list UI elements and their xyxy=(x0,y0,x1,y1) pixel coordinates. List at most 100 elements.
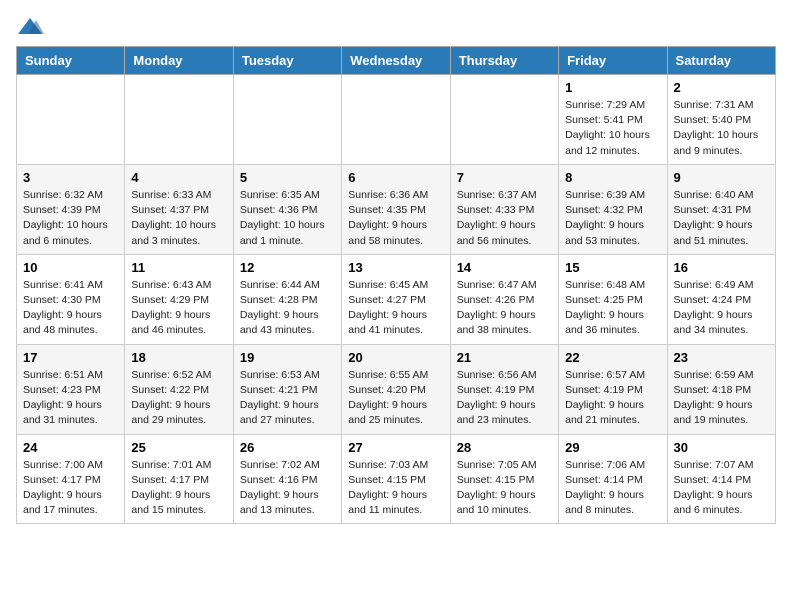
day-number: 26 xyxy=(240,440,335,455)
calendar-cell: 7 Sunrise: 6:37 AM Sunset: 4:33 PM Daylig… xyxy=(450,164,558,254)
day-number: 28 xyxy=(457,440,552,455)
day-info: Sunrise: 6:39 AM Sunset: 4:32 PM Dayligh… xyxy=(565,188,660,249)
day-number: 8 xyxy=(565,170,660,185)
calendar-cell: 18 Sunrise: 6:52 AM Sunset: 4:22 PM Dayli… xyxy=(125,344,233,434)
day-number: 30 xyxy=(674,440,769,455)
day-info: Sunrise: 6:41 AM Sunset: 4:30 PM Dayligh… xyxy=(23,278,118,339)
day-number: 29 xyxy=(565,440,660,455)
day-number: 6 xyxy=(348,170,443,185)
day-number: 4 xyxy=(131,170,226,185)
calendar-cell: 24 Sunrise: 7:00 AM Sunset: 4:17 PM Dayli… xyxy=(17,434,125,524)
day-number: 24 xyxy=(23,440,118,455)
day-number: 13 xyxy=(348,260,443,275)
calendar-cell: 1 Sunrise: 7:29 AM Sunset: 5:41 PM Daylig… xyxy=(559,75,667,165)
calendar-cell: 20 Sunrise: 6:55 AM Sunset: 4:20 PM Dayli… xyxy=(342,344,450,434)
day-info: Sunrise: 6:51 AM Sunset: 4:23 PM Dayligh… xyxy=(23,368,118,429)
calendar-cell: 14 Sunrise: 6:47 AM Sunset: 4:26 PM Dayli… xyxy=(450,254,558,344)
day-info: Sunrise: 6:55 AM Sunset: 4:20 PM Dayligh… xyxy=(348,368,443,429)
day-info: Sunrise: 6:33 AM Sunset: 4:37 PM Dayligh… xyxy=(131,188,226,249)
calendar-cell xyxy=(342,75,450,165)
day-info: Sunrise: 6:48 AM Sunset: 4:25 PM Dayligh… xyxy=(565,278,660,339)
page-header xyxy=(16,16,776,38)
calendar-cell: 6 Sunrise: 6:36 AM Sunset: 4:35 PM Daylig… xyxy=(342,164,450,254)
day-info: Sunrise: 7:06 AM Sunset: 4:14 PM Dayligh… xyxy=(565,458,660,519)
calendar-cell: 2 Sunrise: 7:31 AM Sunset: 5:40 PM Daylig… xyxy=(667,75,775,165)
calendar-cell: 22 Sunrise: 6:57 AM Sunset: 4:19 PM Dayli… xyxy=(559,344,667,434)
day-info: Sunrise: 6:59 AM Sunset: 4:18 PM Dayligh… xyxy=(674,368,769,429)
day-info: Sunrise: 6:53 AM Sunset: 4:21 PM Dayligh… xyxy=(240,368,335,429)
day-info: Sunrise: 7:02 AM Sunset: 4:16 PM Dayligh… xyxy=(240,458,335,519)
calendar-cell: 4 Sunrise: 6:33 AM Sunset: 4:37 PM Daylig… xyxy=(125,164,233,254)
day-number: 25 xyxy=(131,440,226,455)
day-info: Sunrise: 7:05 AM Sunset: 4:15 PM Dayligh… xyxy=(457,458,552,519)
calendar-cell: 23 Sunrise: 6:59 AM Sunset: 4:18 PM Dayli… xyxy=(667,344,775,434)
day-number: 16 xyxy=(674,260,769,275)
calendar-cell: 3 Sunrise: 6:32 AM Sunset: 4:39 PM Daylig… xyxy=(17,164,125,254)
day-number: 18 xyxy=(131,350,226,365)
calendar-cell: 5 Sunrise: 6:35 AM Sunset: 4:36 PM Daylig… xyxy=(233,164,341,254)
calendar-cell: 10 Sunrise: 6:41 AM Sunset: 4:30 PM Dayli… xyxy=(17,254,125,344)
day-info: Sunrise: 6:49 AM Sunset: 4:24 PM Dayligh… xyxy=(674,278,769,339)
day-number: 17 xyxy=(23,350,118,365)
day-info: Sunrise: 7:29 AM Sunset: 5:41 PM Dayligh… xyxy=(565,98,660,159)
weekday-header-thursday: Thursday xyxy=(450,47,558,75)
day-number: 11 xyxy=(131,260,226,275)
calendar-cell xyxy=(17,75,125,165)
day-info: Sunrise: 6:52 AM Sunset: 4:22 PM Dayligh… xyxy=(131,368,226,429)
calendar-cell: 9 Sunrise: 6:40 AM Sunset: 4:31 PM Daylig… xyxy=(667,164,775,254)
calendar-cell: 30 Sunrise: 7:07 AM Sunset: 4:14 PM Dayli… xyxy=(667,434,775,524)
day-number: 12 xyxy=(240,260,335,275)
day-number: 5 xyxy=(240,170,335,185)
calendar-cell: 8 Sunrise: 6:39 AM Sunset: 4:32 PM Daylig… xyxy=(559,164,667,254)
day-info: Sunrise: 6:47 AM Sunset: 4:26 PM Dayligh… xyxy=(457,278,552,339)
day-info: Sunrise: 7:00 AM Sunset: 4:17 PM Dayligh… xyxy=(23,458,118,519)
day-number: 23 xyxy=(674,350,769,365)
calendar-cell xyxy=(233,75,341,165)
calendar-cell: 11Sunrise: 6:43 AM Sunset: 4:29 PM Dayli… xyxy=(125,254,233,344)
day-info: Sunrise: 6:57 AM Sunset: 4:19 PM Dayligh… xyxy=(565,368,660,429)
day-info: Sunrise: 6:37 AM Sunset: 4:33 PM Dayligh… xyxy=(457,188,552,249)
day-info: Sunrise: 6:32 AM Sunset: 4:39 PM Dayligh… xyxy=(23,188,118,249)
calendar-cell: 26 Sunrise: 7:02 AM Sunset: 4:16 PM Dayli… xyxy=(233,434,341,524)
day-info: Sunrise: 6:36 AM Sunset: 4:35 PM Dayligh… xyxy=(348,188,443,249)
calendar-cell: 27 Sunrise: 7:03 AM Sunset: 4:15 PM Dayli… xyxy=(342,434,450,524)
day-number: 10 xyxy=(23,260,118,275)
day-info: Sunrise: 6:44 AM Sunset: 4:28 PM Dayligh… xyxy=(240,278,335,339)
day-number: 14 xyxy=(457,260,552,275)
day-info: Sunrise: 7:31 AM Sunset: 5:40 PM Dayligh… xyxy=(674,98,769,159)
day-number: 22 xyxy=(565,350,660,365)
day-number: 15 xyxy=(565,260,660,275)
calendar-cell: 29 Sunrise: 7:06 AM Sunset: 4:14 PM Dayli… xyxy=(559,434,667,524)
day-info: Sunrise: 6:40 AM Sunset: 4:31 PM Dayligh… xyxy=(674,188,769,249)
day-info: Sunrise: 7:03 AM Sunset: 4:15 PM Dayligh… xyxy=(348,458,443,519)
weekday-header-saturday: Saturday xyxy=(667,47,775,75)
calendar-cell: 13 Sunrise: 6:45 AM Sunset: 4:27 PM Dayli… xyxy=(342,254,450,344)
weekday-header-sunday: Sunday xyxy=(17,47,125,75)
calendar-cell: 17 Sunrise: 6:51 AM Sunset: 4:23 PM Dayli… xyxy=(17,344,125,434)
day-number: 1 xyxy=(565,80,660,95)
day-number: 3 xyxy=(23,170,118,185)
calendar-cell: 16 Sunrise: 6:49 AM Sunset: 4:24 PM Dayli… xyxy=(667,254,775,344)
day-number: 2 xyxy=(674,80,769,95)
logo-icon xyxy=(16,16,44,38)
calendar-cell xyxy=(125,75,233,165)
weekday-header-tuesday: Tuesday xyxy=(233,47,341,75)
day-number: 27 xyxy=(348,440,443,455)
day-number: 9 xyxy=(674,170,769,185)
weekday-header-wednesday: Wednesday xyxy=(342,47,450,75)
day-info: Sunrise: 6:35 AM Sunset: 4:36 PM Dayligh… xyxy=(240,188,335,249)
calendar-table: SundayMondayTuesdayWednesdayThursdayFrid… xyxy=(16,46,776,524)
day-number: 7 xyxy=(457,170,552,185)
calendar-cell: 25 Sunrise: 7:01 AM Sunset: 4:17 PM Dayli… xyxy=(125,434,233,524)
day-number: 21 xyxy=(457,350,552,365)
calendar-cell xyxy=(450,75,558,165)
calendar-cell: 19 Sunrise: 6:53 AM Sunset: 4:21 PM Dayli… xyxy=(233,344,341,434)
calendar-cell: 21 Sunrise: 6:56 AM Sunset: 4:19 PM Dayli… xyxy=(450,344,558,434)
day-number: 19 xyxy=(240,350,335,365)
day-info: Sunrise: 6:56 AM Sunset: 4:19 PM Dayligh… xyxy=(457,368,552,429)
day-info: Sunrise: 6:45 AM Sunset: 4:27 PM Dayligh… xyxy=(348,278,443,339)
day-number: 20 xyxy=(348,350,443,365)
weekday-header-friday: Friday xyxy=(559,47,667,75)
day-info: Sunrise: 7:07 AM Sunset: 4:14 PM Dayligh… xyxy=(674,458,769,519)
day-info: Sunrise: 7:01 AM Sunset: 4:17 PM Dayligh… xyxy=(131,458,226,519)
